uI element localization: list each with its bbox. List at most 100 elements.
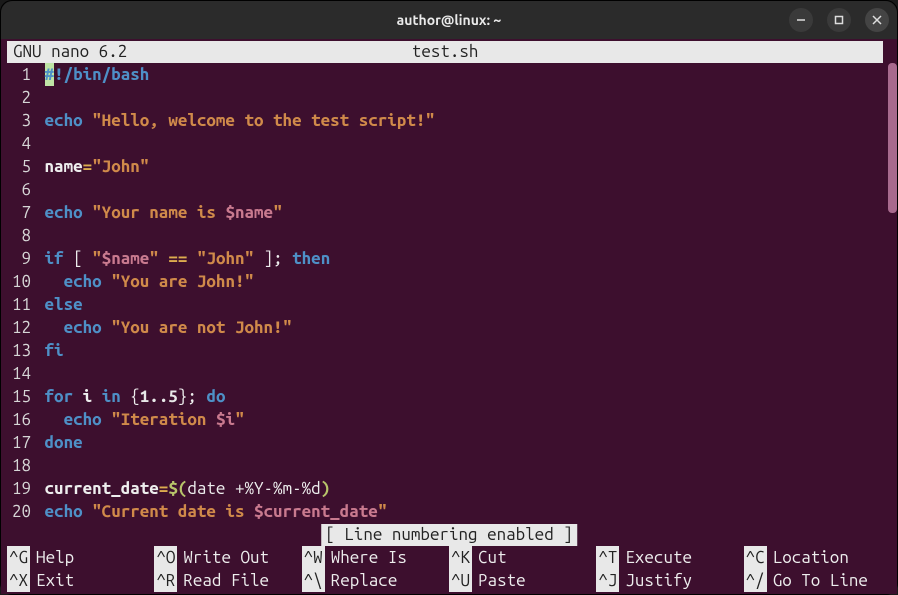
code-token (73, 385, 83, 408)
shortcut-key: ^C (744, 546, 767, 569)
code-line[interactable]: 14 (7, 362, 891, 385)
code-line[interactable]: 3 echo "Hello, welcome to the test scrip… (7, 109, 891, 132)
code-line[interactable]: 7 echo "Your name is $name" (7, 201, 891, 224)
shortcut-key: ^\ (302, 569, 325, 592)
code-token: }; (178, 385, 207, 408)
code-token: " (235, 408, 245, 431)
editor-content[interactable]: 1 #!/bin/bash2 3 echo "Hello, welcome to… (7, 63, 891, 523)
line-number: 2 (7, 86, 35, 109)
code-token: do (206, 385, 225, 408)
code-token: i (83, 385, 93, 408)
shortcut[interactable]: ^JJustify (596, 569, 743, 592)
shortcut[interactable]: ^U Paste (449, 569, 596, 592)
shortcut-key: ^W (302, 546, 325, 569)
code-line[interactable]: 6 (7, 178, 891, 201)
shortcut-bar: ^GHelp^OWrite Out^W Where Is ^KCut^TExecut… (7, 546, 891, 592)
scrollbar-thumb[interactable] (888, 63, 897, 213)
shortcut[interactable]: ^TExecute (596, 546, 743, 569)
code-token: echo (45, 500, 83, 523)
shortcut[interactable]: ^OWrite Out (154, 546, 301, 569)
shortcut[interactable]: ^\Replace (302, 569, 449, 592)
code-line[interactable]: 9 if [ "$name" == "John" ]; then (7, 247, 891, 270)
line-number: 9 (7, 247, 35, 270)
code-token: $name (225, 201, 273, 224)
line-number: 12 (7, 316, 35, 339)
shortcut-label: Help (36, 546, 74, 569)
line-number: 1 (7, 63, 35, 86)
shortcut-label: Go To Line (773, 569, 868, 592)
code-token: { (121, 385, 140, 408)
code-line[interactable]: 13 fi (7, 339, 891, 362)
maximize-button[interactable] (827, 8, 851, 32)
code-token (102, 408, 112, 431)
code-line[interactable]: 10 echo "You are John!" (7, 270, 891, 293)
line-number: 20 (7, 500, 35, 523)
code-line[interactable]: 4 (7, 132, 891, 155)
line-number: 7 (7, 201, 35, 224)
shortcut[interactable]: ^XExit (7, 569, 154, 592)
shortcut-label: Paste (478, 569, 526, 592)
code-token: "Current date is (92, 500, 254, 523)
code-line[interactable]: 16 echo "Iteration $i" (7, 408, 891, 431)
code-token: echo (64, 270, 102, 293)
code-token: "John" (92, 155, 149, 178)
shortcut-label: Read File (183, 569, 269, 592)
terminal-area[interactable]: GNU nano 6.2 test.sh 1 #!/bin/bash2 3 ec… (1, 39, 897, 594)
code-token (45, 270, 64, 293)
shortcut-label: Location (773, 546, 849, 569)
line-number: 10 (7, 270, 35, 293)
code-token: 1..5 (140, 385, 178, 408)
code-line[interactable]: 20 echo "Current date is $current_date" (7, 500, 891, 523)
line-number: 6 (7, 178, 35, 201)
shortcut-label: Cut (478, 546, 507, 569)
code-token: echo (64, 316, 102, 339)
shortcut[interactable]: ^GHelp (7, 546, 154, 569)
code-token: "You are not John!" (111, 316, 292, 339)
code-line[interactable]: 5 name="John" (7, 155, 891, 178)
shortcut[interactable]: ^W Where Is (302, 546, 449, 569)
code-token: == (168, 247, 187, 270)
shortcut-key: ^O (154, 546, 177, 569)
code-line[interactable]: 19 current_date=$(date +%Y-%m-%d) (7, 477, 891, 500)
line-number: 18 (7, 454, 35, 477)
code-token: current_date (45, 477, 159, 500)
code-line[interactable]: 1 #!/bin/bash (7, 63, 891, 86)
code-token (83, 109, 93, 132)
line-number: 8 (7, 224, 35, 247)
scrollbar-track[interactable] (888, 39, 897, 544)
code-token: $name (102, 247, 150, 270)
minimize-button[interactable] (789, 8, 813, 32)
shortcut-key: ^X (7, 569, 30, 592)
shortcut-key: ^T (596, 546, 619, 569)
code-line[interactable]: 18 (7, 454, 891, 477)
shortcut[interactable]: ^RRead File (154, 569, 301, 592)
code-token: then (292, 247, 330, 270)
code-line[interactable]: 12 echo "You are not John!" (7, 316, 891, 339)
code-token: else (45, 293, 83, 316)
code-line[interactable]: 8 (7, 224, 891, 247)
code-token: = (159, 477, 169, 500)
code-line[interactable]: 15 for i in {1..5}; do (7, 385, 891, 408)
code-token (83, 201, 93, 224)
code-line[interactable]: 11 else (7, 293, 891, 316)
shortcut-key: ^U (449, 569, 472, 592)
code-token (187, 247, 197, 270)
shortcut-label: Where Is (331, 546, 407, 569)
code-token: " (149, 247, 159, 270)
code-token (45, 316, 64, 339)
shortcut[interactable]: ^KCut (449, 546, 596, 569)
nano-filename: test.sh (127, 41, 763, 63)
shortcut[interactable]: ^C Location (744, 546, 891, 569)
code-token: "Iteration (111, 408, 216, 431)
code-line[interactable]: 2 (7, 86, 891, 109)
code-token: in (102, 385, 121, 408)
status-message: [ Line numbering enabled ] (321, 524, 577, 546)
shortcut[interactable]: ^/Go To Line (744, 569, 891, 592)
code-token (159, 247, 169, 270)
line-number: 15 (7, 385, 35, 408)
close-button[interactable] (865, 8, 889, 32)
code-token: # (45, 63, 55, 86)
code-token: done (45, 431, 83, 454)
nano-headerbar: GNU nano 6.2 test.sh (7, 41, 883, 63)
code-line[interactable]: 17 done (7, 431, 891, 454)
